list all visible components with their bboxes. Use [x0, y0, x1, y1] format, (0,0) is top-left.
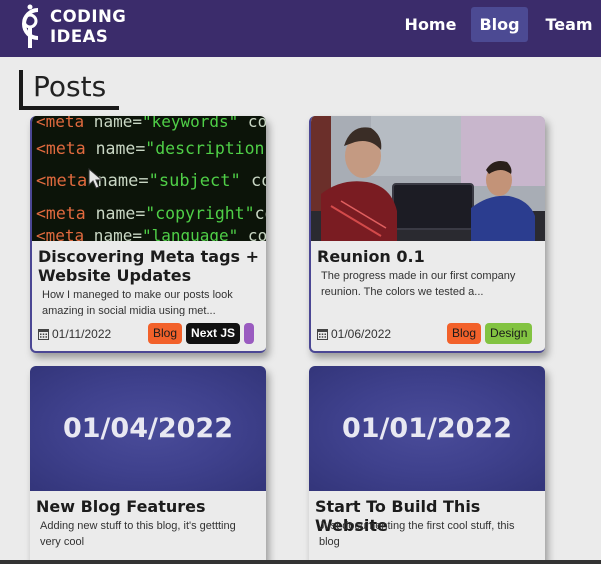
tag-blog[interactable]: Blog: [447, 323, 482, 344]
reunion-photo: [311, 116, 545, 241]
post-date: 01/11/2022: [38, 327, 111, 341]
post-excerpt: The progress made in our first company r…: [321, 270, 516, 298]
tag-next-js[interactable]: Next JS: [186, 323, 241, 344]
page-title: Posts: [33, 70, 107, 103]
nav-home-link[interactable]: Home: [403, 7, 458, 42]
post-tags: Blog Next JS: [148, 323, 255, 344]
post-card[interactable]: Reunion 0.1 The progress made in our fir…: [309, 116, 545, 353]
post-card[interactable]: 01/01/2022 Start To Build This Website J…: [309, 366, 545, 564]
post-card[interactable]: <meta name="keywords" conte <meta name="…: [30, 116, 266, 353]
post-excerpt: Adding new stuff to this blog, it's gett…: [40, 520, 236, 548]
post-title[interactable]: Reunion 0.1: [317, 247, 541, 266]
tag-blog[interactable]: Blog: [148, 323, 183, 344]
mouse-cursor-icon: [88, 168, 104, 189]
calendar-icon: [38, 329, 49, 340]
brand-logo[interactable]: CODING IDEAS: [12, 4, 142, 50]
brand-name: CODING IDEAS: [50, 7, 126, 47]
tag-overflow[interactable]: [244, 323, 255, 344]
post-card[interactable]: 01/04/2022 New Blog Features Adding new …: [30, 366, 266, 564]
code-line: <meta name="language" conte: [36, 226, 266, 241]
post-title[interactable]: New Blog Features: [36, 497, 260, 516]
post-image-date-text: 01/01/2022: [341, 413, 512, 444]
logo-icon: [22, 4, 39, 48]
post-excerpt: Just documenting the first cool stuff, t…: [319, 520, 515, 548]
code-line: <meta name="keywords" conte: [36, 116, 266, 131]
post-date-text: 01/11/2022: [52, 327, 112, 341]
post-image-date: 01/01/2022: [309, 366, 545, 491]
post-title[interactable]: Discovering Meta tags + Website Updates: [38, 247, 262, 285]
nav-blog-link[interactable]: Blog: [471, 7, 528, 42]
post-date-text: 01/06/2022: [331, 327, 392, 341]
code-line: <meta name="subject" conte: [36, 171, 266, 191]
post-image-photo: [311, 116, 545, 241]
brand-line-2: IDEAS: [50, 27, 109, 46]
nav-team-link[interactable]: Team: [543, 7, 595, 42]
code-line: <meta name="description" conte: [36, 139, 266, 158]
top-navbar: CODING IDEAS Home Blog Team: [0, 0, 601, 57]
brand-line-1: CODING: [50, 7, 127, 26]
page-title-frame: Posts: [19, 70, 119, 110]
post-tags: Blog Design: [447, 323, 533, 344]
post-excerpt: How I maneged to make our posts look ama…: [42, 289, 233, 316]
post-date: 01/06/2022: [317, 327, 391, 341]
tag-design[interactable]: Design: [485, 323, 533, 344]
post-image-date: 01/04/2022: [30, 366, 266, 491]
bottom-edge: [0, 560, 601, 564]
post-image-code: <meta name="keywords" conte <meta name="…: [32, 116, 266, 241]
post-image-date-text: 01/04/2022: [62, 413, 233, 444]
calendar-icon: [317, 329, 328, 340]
code-line: <meta name="copyright"conte: [36, 204, 266, 223]
